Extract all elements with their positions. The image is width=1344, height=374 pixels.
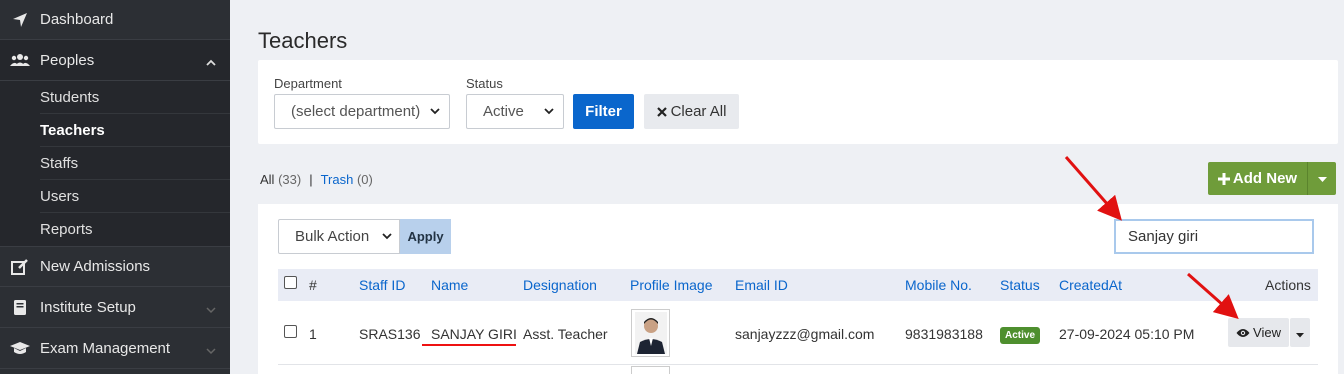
add-new-button[interactable]: Add New	[1208, 162, 1308, 195]
column-header-actions: Actions	[1265, 277, 1311, 293]
users-icon	[10, 50, 30, 70]
view-button[interactable]: View	[1228, 318, 1289, 347]
chevron-down-icon	[206, 342, 216, 359]
chevron-down-icon	[543, 104, 555, 122]
column-header-email[interactable]: Email ID	[735, 277, 788, 293]
bulk-action-value: Bulk Action	[295, 228, 370, 245]
view-label: View	[1253, 325, 1281, 340]
column-header-profile-image: Profile Image	[630, 277, 713, 293]
search-input[interactable]: Sanjay giri	[1114, 219, 1314, 254]
department-select[interactable]: (select department)	[274, 94, 450, 129]
sidebar-item-staffs[interactable]: Staffs	[40, 147, 230, 180]
nav-label: New Admissions	[40, 258, 151, 275]
tab-separator: |	[309, 172, 313, 187]
tab-all[interactable]: All (33)	[260, 172, 301, 187]
book-icon	[10, 297, 30, 317]
status-label: Status	[466, 76, 503, 91]
add-new-dropdown-toggle[interactable]	[1308, 170, 1336, 187]
row-mobile: 9831983188	[905, 326, 983, 342]
caret-down-icon	[1317, 170, 1327, 187]
column-header-created-at[interactable]: CreatedAt	[1059, 277, 1122, 293]
row-name: SANJAY GIRI	[431, 326, 517, 342]
nav-label: Dashboard	[40, 11, 114, 28]
nav-new-admissions[interactable]: New Admissions	[0, 246, 230, 287]
filter-panel: Department (select department) Status Ac…	[258, 60, 1338, 144]
status-badge: Active	[1000, 327, 1041, 344]
table-row: 1 SRAS136 SANJAY GIRI Asst. Teacher sanj…	[278, 301, 1318, 365]
nav-institute-setup[interactable]: Institute Setup	[0, 287, 230, 328]
nav-label: Exam Management	[40, 339, 171, 357]
clear-all-label: Clear All	[670, 103, 727, 120]
tab-all-label: All	[260, 172, 275, 187]
nav-label: Peoples	[40, 51, 95, 69]
eye-icon	[1236, 328, 1250, 338]
filter-button[interactable]: Filter	[573, 94, 634, 129]
sidebar-item-teachers[interactable]: Teachers	[40, 114, 230, 147]
annotation-underline	[422, 344, 516, 346]
column-header-status[interactable]: Status	[1000, 277, 1040, 293]
table-header: # Staff ID Name Designation Profile Imag…	[278, 269, 1318, 301]
row-actions-dropdown-toggle[interactable]	[1290, 318, 1310, 347]
graduation-cap-icon	[10, 338, 30, 358]
add-new-button-group: Add New	[1208, 162, 1336, 195]
tab-trash[interactable]: Trash (0)	[321, 172, 373, 187]
chevron-up-icon	[206, 54, 216, 71]
row-designation: Asst. Teacher	[523, 326, 608, 342]
status-select[interactable]: Active	[466, 94, 564, 129]
column-header-number: #	[309, 277, 317, 293]
select-all-checkbox[interactable]	[284, 276, 297, 289]
sidebar: Dashboard Peoples Students Teachers Staf…	[0, 0, 230, 374]
chevron-down-icon	[381, 229, 393, 247]
row-checkbox[interactable]	[284, 325, 297, 338]
nav-exam-management[interactable]: Exam Management	[0, 328, 230, 369]
bulk-action-select[interactable]: Bulk Action	[278, 219, 400, 254]
teachers-list-panel: Bulk Action Apply Sanjay giri # Staff ID…	[258, 204, 1338, 374]
close-icon	[656, 106, 667, 117]
plus-icon	[1217, 172, 1230, 185]
nav-dashboard[interactable]: Dashboard	[0, 0, 230, 40]
caret-down-icon	[1296, 325, 1304, 341]
sidebar-item-reports[interactable]: Reports	[40, 213, 230, 246]
column-header-mobile[interactable]: Mobile No.	[905, 277, 972, 293]
list-tabs: All (33) | Trash (0)	[260, 172, 373, 187]
edit-icon	[10, 257, 30, 277]
nav-label: Institute Setup	[40, 298, 136, 316]
person-photo-icon	[634, 312, 667, 354]
nav-peoples[interactable]: Peoples	[0, 40, 230, 81]
main-content: Teachers Department (select department) …	[230, 0, 1344, 374]
row-created-at: 27-09-2024 05:10 PM	[1059, 326, 1195, 342]
department-select-value: (select department)	[291, 103, 421, 120]
chevron-down-icon	[206, 301, 216, 318]
tab-trash-count: (0)	[356, 172, 373, 187]
row-email: sanjayzzz@gmail.com	[735, 326, 875, 342]
navigation-arrow-icon	[10, 10, 30, 30]
column-header-name[interactable]: Name	[431, 277, 468, 293]
status-select-value: Active	[483, 103, 524, 120]
row-staff-id: SRAS136	[359, 326, 421, 342]
clear-all-button[interactable]: Clear All	[644, 94, 739, 129]
tab-all-count: (33)	[278, 172, 302, 187]
add-new-label: Add New	[1232, 170, 1298, 187]
chevron-down-icon	[429, 104, 441, 122]
column-header-designation[interactable]: Designation	[523, 277, 597, 293]
profile-image	[631, 309, 670, 357]
peoples-submenu: Students Teachers Staffs Users Reports	[0, 81, 230, 246]
apply-button[interactable]: Apply	[400, 219, 451, 254]
profile-image	[631, 366, 670, 374]
sidebar-item-students[interactable]: Students	[40, 81, 230, 114]
tab-trash-label: Trash	[320, 172, 354, 187]
column-header-staff-id[interactable]: Staff ID	[359, 277, 405, 293]
page-title: Teachers	[258, 28, 348, 53]
search-input-value: Sanjay giri	[1128, 228, 1199, 245]
table-row-partial	[278, 366, 1318, 374]
department-label: Department	[274, 76, 342, 91]
row-number: 1	[309, 326, 317, 342]
sidebar-item-users[interactable]: Users	[40, 180, 230, 213]
